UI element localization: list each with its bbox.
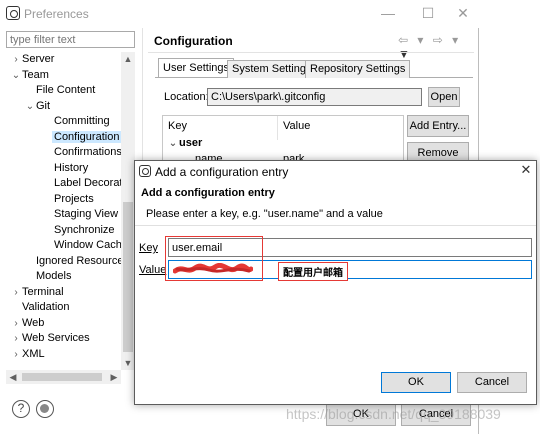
tree-item-label: Projects bbox=[54, 192, 94, 205]
tree-item[interactable]: › XML bbox=[10, 347, 45, 362]
import-export-icon[interactable] bbox=[36, 400, 54, 418]
help-icon[interactable]: ? bbox=[12, 400, 30, 418]
tree-item[interactable]: Validation bbox=[10, 300, 70, 315]
window-title: Preferences bbox=[24, 7, 89, 21]
dialog-header: Add a configuration entry Please enter a… bbox=[135, 181, 536, 226]
table-row-group[interactable]: ⌄ user bbox=[167, 137, 202, 149]
key-label: Key bbox=[139, 242, 158, 254]
column-separator bbox=[277, 116, 278, 140]
dialog-message: Please enter a key, e.g. "user.name" and… bbox=[146, 208, 383, 220]
tree-item-label: Configuration bbox=[52, 130, 122, 143]
tab-label: User Settings bbox=[163, 62, 230, 74]
dialog-cancel-button[interactable]: Cancel bbox=[457, 372, 527, 393]
location-field[interactable] bbox=[207, 88, 422, 106]
tab-repository-settings[interactable]: Repository Settings bbox=[305, 60, 411, 78]
tree-item[interactable]: Confirmations a bbox=[42, 145, 131, 160]
tree-item[interactable]: ⌄ Team bbox=[10, 68, 49, 83]
tree-item[interactable]: Projects bbox=[42, 192, 94, 207]
annotation-label: 配置用户邮箱 bbox=[278, 262, 348, 281]
tree-vertical-scrollbar[interactable]: ▲ ▼ bbox=[121, 52, 135, 370]
tree-item-label: Confirmations a bbox=[54, 146, 132, 158]
dialog-heading: Add a configuration entry bbox=[141, 187, 275, 199]
tree-item-label: Web bbox=[22, 316, 45, 329]
column-header-key[interactable]: Key bbox=[168, 120, 187, 132]
maximize-icon[interactable]: ☐ bbox=[418, 5, 438, 21]
tab-label: System Settings bbox=[232, 63, 312, 75]
tree-item-label: History bbox=[54, 161, 89, 174]
tree-horizontal-scrollbar[interactable]: ◀ ▶ bbox=[6, 370, 121, 384]
eclipse-app-icon bbox=[139, 165, 151, 177]
add-config-entry-dialog: Add a configuration entry ✕ Add a config… bbox=[134, 160, 537, 405]
tree-item[interactable]: › Web bbox=[10, 316, 44, 331]
tree-item-label: Ignored Resource bbox=[36, 254, 124, 267]
key-label-text: Key bbox=[139, 242, 158, 254]
value-label: Value bbox=[139, 264, 166, 276]
annotation-highlight-box bbox=[165, 236, 263, 281]
column-header-value[interactable]: Value bbox=[283, 120, 310, 132]
chevron-down-icon[interactable]: ⌄ bbox=[24, 99, 36, 114]
tree-item[interactable]: Staging View bbox=[42, 207, 118, 222]
tree-item[interactable]: › Terminal bbox=[10, 285, 64, 300]
scroll-up-icon[interactable]: ▲ bbox=[121, 52, 135, 66]
chevron-right-icon[interactable]: › bbox=[10, 331, 22, 346]
tree-item-label: XML bbox=[22, 347, 45, 360]
tree-item-label: Window Cache bbox=[54, 239, 128, 251]
dialog-title: Add a configuration entry bbox=[155, 165, 289, 179]
tree-item[interactable]: Models bbox=[24, 269, 71, 284]
navigation-arrows-icon[interactable]: ⇦ ▾ ⇨ ▾ ▼ bbox=[398, 33, 478, 61]
tree-item[interactable]: Label Decoratio bbox=[42, 176, 131, 191]
chevron-down-icon[interactable]: ⌄ bbox=[167, 138, 179, 149]
tree-item[interactable]: Synchronize bbox=[42, 223, 115, 238]
tree-item-label: Web Services bbox=[22, 332, 90, 344]
close-icon[interactable]: ✕ bbox=[453, 5, 473, 21]
tab-system-settings[interactable]: System Settings bbox=[227, 60, 317, 78]
tree-item[interactable]: Committing bbox=[42, 114, 110, 129]
scroll-thumb[interactable] bbox=[123, 202, 133, 352]
dialog-ok-button[interactable]: OK bbox=[381, 372, 451, 393]
tree-item-label: Label Decoratio bbox=[54, 177, 132, 189]
watermark: https://blog.csdn.net/qq_39188039 bbox=[286, 406, 501, 422]
scroll-left-icon[interactable]: ◀ bbox=[6, 370, 20, 384]
eclipse-app-icon bbox=[6, 6, 20, 20]
tree-item-label: Git bbox=[36, 99, 51, 112]
tab-user-settings[interactable]: User Settings bbox=[158, 58, 235, 77]
tab-label: Repository Settings bbox=[310, 63, 406, 75]
value-label-text: Value bbox=[139, 264, 167, 276]
chevron-right-icon[interactable]: › bbox=[10, 52, 22, 67]
chevron-down-icon[interactable]: ⌄ bbox=[10, 68, 22, 83]
tree-item-label: Synchronize bbox=[54, 223, 115, 236]
tree-item-label: File Content bbox=[36, 84, 96, 96]
chevron-right-icon[interactable]: › bbox=[10, 316, 22, 331]
minimize-icon[interactable]: — bbox=[378, 5, 398, 21]
tree-item[interactable]: File Content bbox=[24, 83, 95, 98]
tree-item[interactable]: History bbox=[42, 161, 88, 176]
tree-item-label: Team bbox=[22, 68, 49, 81]
tree-item[interactable]: Ignored Resource bbox=[24, 254, 123, 269]
scroll-right-icon[interactable]: ▶ bbox=[107, 370, 121, 384]
tree-item[interactable]: Configuration bbox=[42, 130, 122, 145]
chevron-right-icon[interactable]: › bbox=[10, 347, 22, 362]
scroll-down-icon[interactable]: ▼ bbox=[121, 356, 135, 370]
tree-item-label: Terminal bbox=[22, 285, 64, 298]
preferences-titlebar: Preferences — ☐ ✕ bbox=[0, 0, 479, 28]
page-title: Configuration bbox=[154, 34, 233, 48]
filter-input[interactable] bbox=[6, 31, 135, 48]
title-separator bbox=[148, 52, 474, 53]
tree-item-label: Staging View bbox=[54, 208, 119, 220]
tree-item[interactable]: Window Cache bbox=[42, 238, 128, 253]
open-button[interactable]: Open bbox=[428, 87, 460, 107]
tree-item[interactable]: › Web Services bbox=[10, 331, 90, 346]
group-label: user bbox=[179, 137, 203, 149]
tree-item[interactable]: ⌄ Git bbox=[24, 99, 50, 114]
tree-item-label: Committing bbox=[54, 115, 110, 127]
chevron-right-icon[interactable]: › bbox=[10, 285, 22, 300]
tree-item[interactable]: › Server bbox=[10, 52, 54, 67]
location-label: Location: bbox=[164, 91, 209, 103]
add-entry-button[interactable]: Add Entry... bbox=[407, 115, 469, 137]
tree-item-label: Validation bbox=[22, 301, 70, 313]
close-icon[interactable]: ✕ bbox=[518, 162, 534, 178]
scroll-thumb-horizontal[interactable] bbox=[22, 373, 102, 381]
tree-item-label: Models bbox=[36, 270, 72, 282]
tree-item-label: Server bbox=[22, 53, 55, 65]
